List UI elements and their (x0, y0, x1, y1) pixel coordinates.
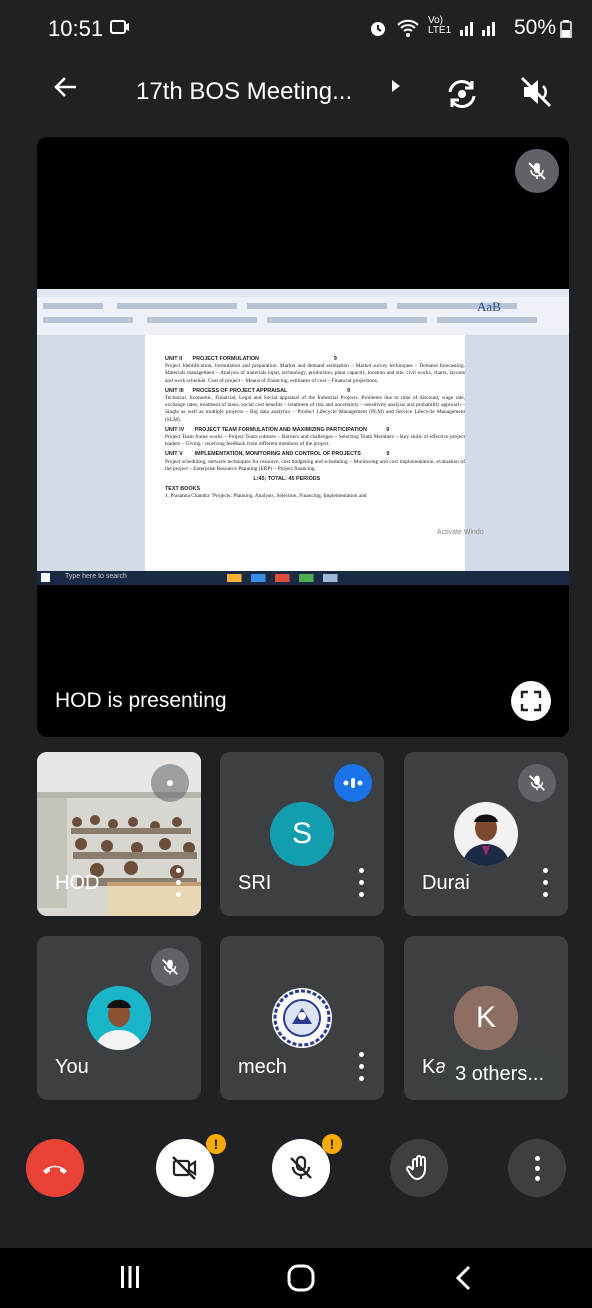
raise-hand-button[interactable] (390, 1139, 448, 1197)
signal-icon (458, 18, 504, 43)
end-call-button[interactable] (26, 1139, 84, 1197)
meeting-header: 17th BOS Meeting... (0, 62, 592, 126)
back-nav-icon[interactable] (454, 1264, 474, 1297)
fullscreen-icon (520, 690, 542, 712)
word-titlebar (37, 289, 569, 297)
doc-heading: TEXT BOOKS (165, 486, 201, 493)
participant-name: You (55, 1056, 89, 1078)
alarm-icon (368, 18, 388, 43)
system-nav-bar (0, 1248, 592, 1308)
document-text: UNIT II PROJECT FORMULATION 9 Project Ide… (165, 353, 465, 563)
more-vert-icon[interactable] (169, 864, 187, 900)
camera-toggle-button[interactable] (156, 1139, 214, 1197)
shared-screen: AaB UNIT II PROJECT FORMULATION 9 Project… (37, 289, 569, 585)
participant-tile-you[interactable]: You (37, 936, 201, 1100)
status-time: 10:51 (48, 16, 104, 41)
doc-paragraph: Project Identification, formulation and … (165, 363, 465, 384)
avatar (87, 986, 151, 1050)
participant-name: HOD (55, 872, 100, 894)
mic-off-icon (518, 764, 556, 802)
fullscreen-button[interactable] (511, 681, 551, 721)
recent-apps-icon[interactable] (120, 1264, 140, 1295)
speaking-indicator-icon (334, 764, 372, 802)
taskbar-search: Type here to search (65, 573, 127, 580)
avatar: K (454, 986, 518, 1050)
more-vert-icon (528, 1153, 546, 1183)
mic-off-icon (151, 948, 189, 986)
more-vert-icon[interactable] (536, 864, 554, 900)
participant-tile-hod[interactable]: HOD (37, 752, 201, 916)
battery-percent: 50% (513, 16, 556, 39)
others-count-badge[interactable]: 3 others... (443, 1054, 556, 1094)
speaker-off-icon[interactable] (516, 72, 560, 116)
screen-record-icon (110, 18, 130, 41)
doc-heading: L:45; TOTAL: 45 PERIODS (165, 476, 321, 483)
doc-paragraph: Project scheduling, network techniques f… (165, 458, 465, 472)
more-options-button[interactable] (508, 1139, 566, 1197)
doc-heading: UNIT V IMPLEMENTATION, MONITORING AND CO… (165, 451, 390, 458)
doc-margin-left (37, 335, 145, 571)
wifi-icon (396, 18, 420, 43)
style-preview: AaB (477, 299, 501, 314)
taskbar-apps (227, 574, 347, 582)
participant-name: mech (238, 1056, 287, 1078)
home-icon[interactable] (286, 1263, 316, 1298)
participant-tile-sri[interactable]: S SRI (220, 752, 384, 916)
title-expand-icon[interactable] (390, 78, 402, 99)
doc-heading: UNIT IV PROJECT TEAM FORMULATION AND MAX… (165, 426, 390, 433)
battery-icon (560, 20, 572, 43)
word-ribbon: AaB (37, 297, 569, 336)
mic-off-icon (515, 149, 559, 193)
status-bar: 10:51 Vo) LTE1 50% (0, 0, 592, 56)
doc-paragraph: 1. Prasanna Chandra "Projects: Planning,… (165, 493, 367, 500)
mic-warning-badge: ! (322, 1134, 342, 1154)
call-end-icon (43, 1165, 67, 1174)
arrow-back-icon[interactable] (46, 72, 86, 112)
participant-name: Durai (422, 872, 470, 894)
presentation-panel[interactable]: AaB UNIT II PROJECT FORMULATION 9 Project… (37, 137, 569, 737)
activate-windows-watermark: Activate Windo (437, 529, 484, 536)
participant-tile-others[interactable]: K Ka 3 others... (404, 936, 568, 1100)
participant-tile-durai[interactable]: Durai (404, 752, 568, 916)
mic-off-icon (290, 1155, 312, 1179)
presenting-label: HOD is presenting (55, 689, 227, 712)
volte-icon: Vo) LTE1 (428, 15, 452, 36)
doc-paragraph: Project Team frame works – Project Team … (165, 434, 465, 448)
mic-toggle-button[interactable] (272, 1139, 330, 1197)
more-vert-icon[interactable] (352, 864, 370, 900)
avatar: S (270, 802, 334, 866)
participant-tile-mech[interactable]: mech (220, 936, 384, 1100)
camera-warning-badge: ! (206, 1134, 226, 1154)
switch-camera-icon[interactable] (440, 72, 484, 116)
avatar (454, 802, 518, 866)
windows-taskbar: Type here to search (37, 571, 569, 585)
meeting-title[interactable]: 17th BOS Meeting... (136, 78, 352, 106)
audio-indicator (151, 764, 189, 802)
college-logo (270, 986, 334, 1050)
participant-name: SRI (238, 872, 272, 894)
doc-paragraph: Technical, Economic, Financial, Legal an… (165, 395, 465, 423)
hand-icon (406, 1155, 426, 1181)
doc-heading: UNIT III PROCESS OF PROJECT APPRAISAL 9 (165, 387, 351, 394)
videocam-off-icon (172, 1156, 197, 1180)
more-vert-icon[interactable] (352, 1048, 370, 1084)
windows-start-icon (41, 573, 50, 582)
